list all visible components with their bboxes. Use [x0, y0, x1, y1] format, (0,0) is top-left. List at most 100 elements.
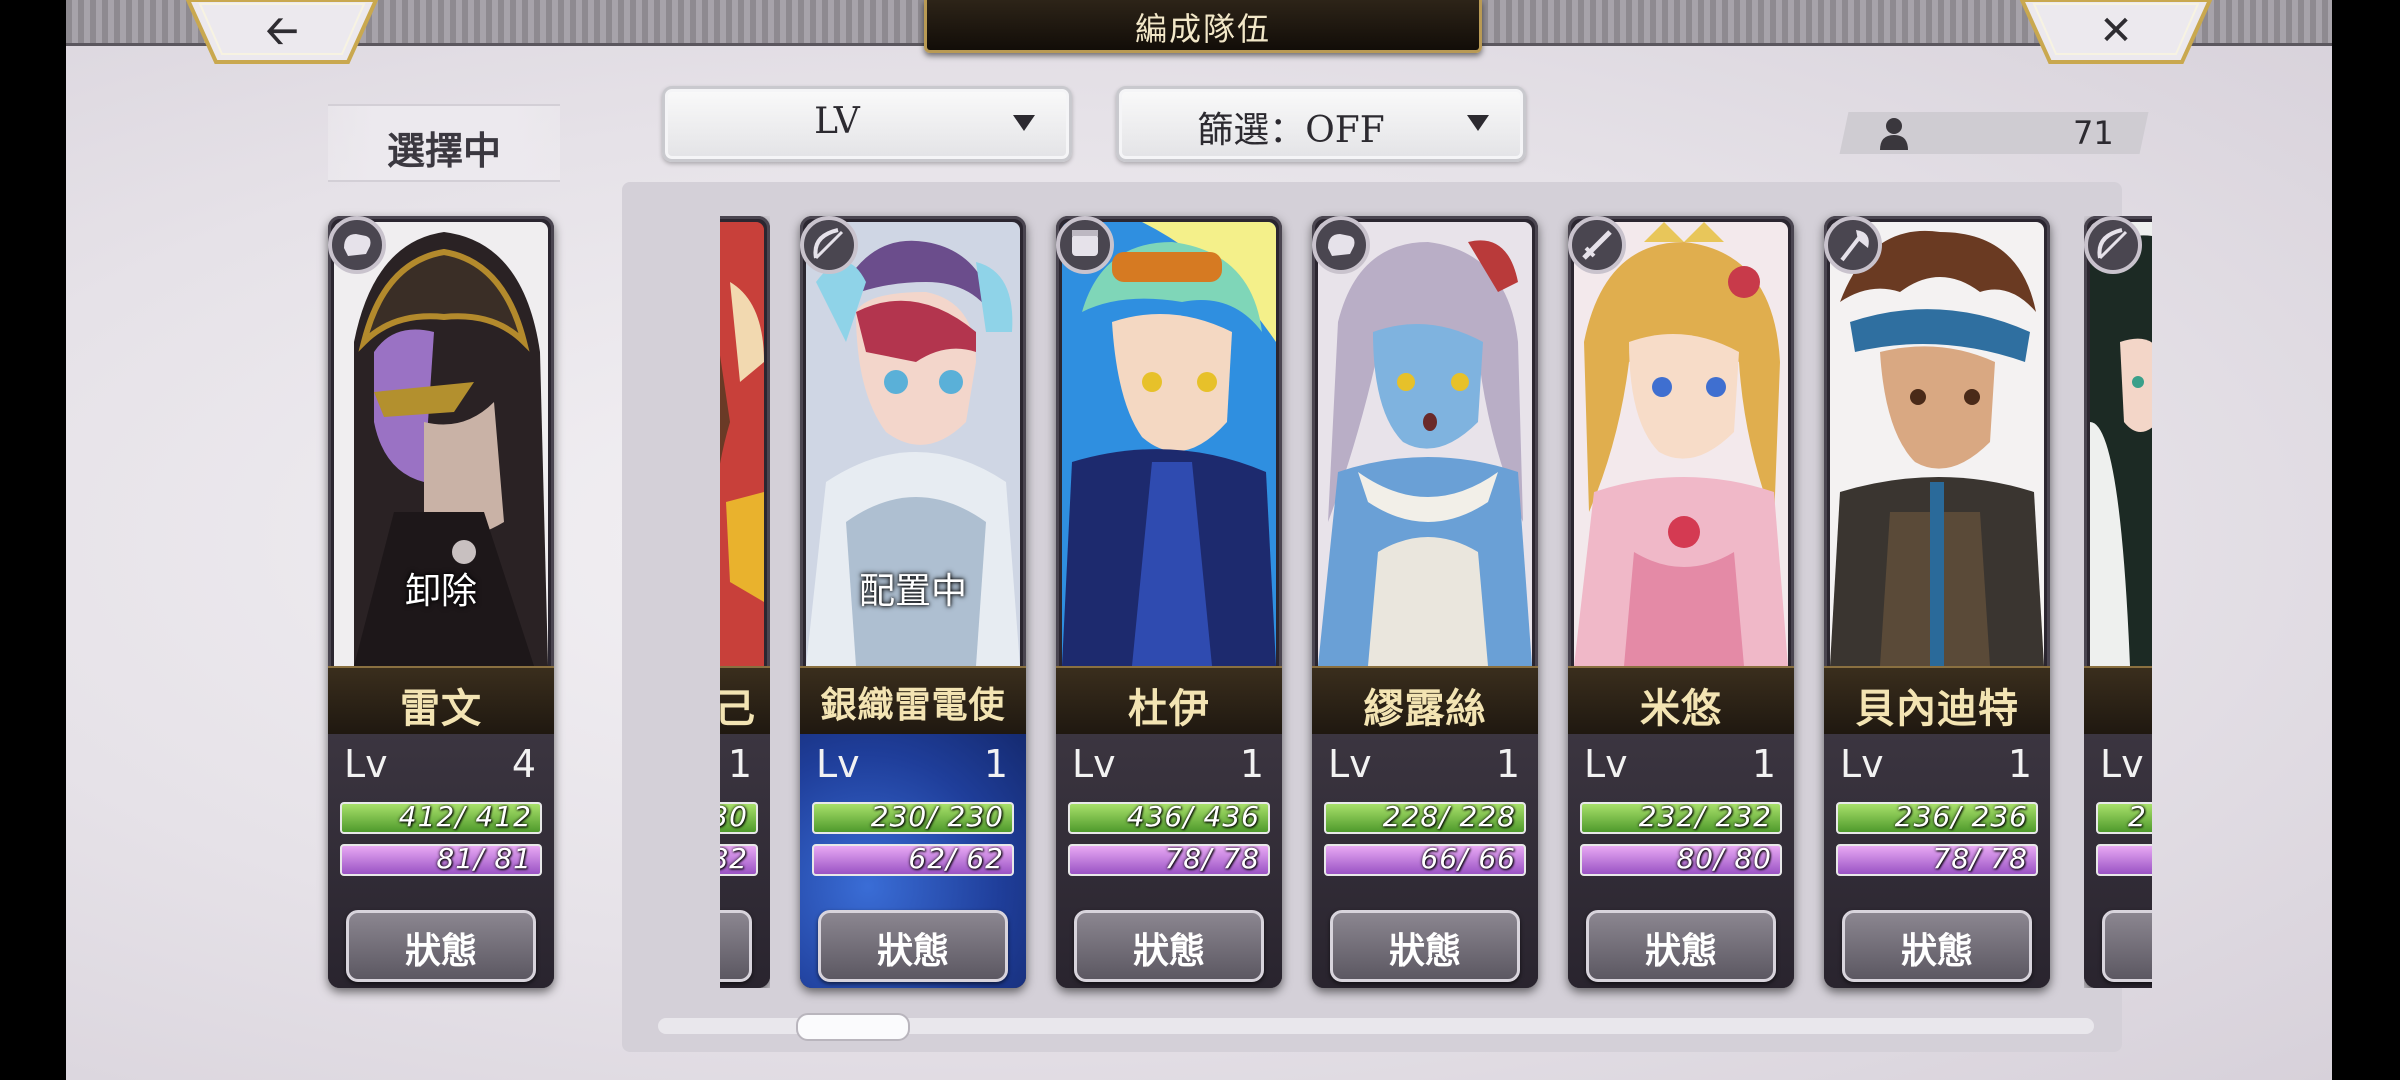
fist-icon	[1312, 216, 1370, 274]
character-portrait	[1574, 222, 1788, 666]
sort-dropdown-value: LV	[814, 101, 860, 142]
card-stats: Lv 1 236/ 236 78/ 78 狀態	[1824, 734, 2050, 988]
status-button-label: 狀態	[1644, 930, 1717, 972]
mp-value: 66/ 66	[1420, 844, 1516, 875]
character-name: 杜伊	[1128, 685, 1210, 732]
character-card[interactable]: 繆露絲 Lv 1 228/ 228 66/ 66 狀態	[1312, 216, 1538, 988]
scrollbar-thumb[interactable]	[796, 1013, 910, 1041]
status-button[interactable]: 狀態	[1074, 910, 1264, 982]
game-screen: 🡠 ✕ 編成隊伍 選擇中 LV 篩選：OFF 71 卸除 雷文 Lv 4 412…	[66, 0, 2332, 1080]
chevron-down-icon	[1467, 115, 1489, 131]
sort-dropdown[interactable]: LV	[662, 86, 1072, 162]
filter-dropdown[interactable]: 篩選：OFF	[1116, 86, 1526, 162]
mp-bar: 62/ 62	[812, 844, 1014, 876]
level-value: 1	[1751, 742, 1776, 786]
status-button-label: 狀態	[876, 930, 949, 972]
card-stats: Lv 1 228/ 228 66/ 66 狀態	[1312, 734, 1538, 988]
hp-value: 30	[720, 802, 748, 833]
hp-value: 412/ 412	[398, 802, 532, 833]
card-namebar: 雷文	[328, 666, 554, 736]
card-stats: Lv 1 436/ 436 78/ 78 狀態	[1056, 734, 1282, 988]
back-arrow-icon: 🡠	[265, 8, 299, 54]
hp-value: 230/ 230	[870, 802, 1004, 833]
close-button[interactable]: ✕	[2018, 0, 2214, 68]
status-button-label: 狀態	[1900, 930, 1973, 972]
character-portrait	[1830, 222, 2044, 666]
character-card[interactable]: 米悠 Lv 1 232/ 232 80/ 80 狀態	[1568, 216, 1794, 988]
level-label: Lv	[2100, 742, 2144, 786]
selected-section-header: 選擇中	[328, 104, 560, 182]
selected-character-card[interactable]: 卸除 雷文 Lv 4 412/ 412 81/ 81 狀態	[328, 216, 554, 988]
status-button[interactable]: 狀態	[818, 910, 1008, 982]
level-value: 1	[727, 742, 752, 786]
level-value: 4	[511, 742, 536, 786]
axe-icon	[1824, 216, 1882, 274]
hp-bar: 236/ 236	[1836, 802, 2038, 834]
level-value: 1	[983, 742, 1008, 786]
character-card[interactable]: 貝內迪特 Lv 1 236/ 236 78/ 78 狀態	[1824, 216, 2050, 988]
character-card[interactable]: 杜伊 Lv 1 436/ 436 78/ 78 狀態	[1056, 216, 1282, 988]
character-name: 己	[720, 685, 756, 732]
mp-value: 78/ 78	[1932, 844, 2028, 875]
character-portrait	[720, 222, 764, 666]
mp-value: 80/ 80	[1676, 844, 1772, 875]
card-namebar: 貝內迪特	[1824, 666, 2050, 736]
card-overlay-text: 配置中	[858, 571, 967, 612]
status-button[interactable]	[2102, 910, 2152, 982]
card-namebar: 繆露絲	[1312, 666, 1538, 736]
level-value: 1	[1495, 742, 1520, 786]
hp-bar: 228/ 228	[1324, 802, 1526, 834]
character-name: 銀織雷電使	[820, 684, 1006, 726]
hp-bar: 230/ 230	[812, 802, 1014, 834]
bow-icon	[2084, 216, 2142, 274]
status-button[interactable]: 狀態	[346, 910, 536, 982]
gauntlet-icon	[1056, 216, 1114, 274]
level-label: Lv	[816, 742, 860, 786]
card-namebar: 己	[720, 666, 770, 736]
level-value: 1	[2007, 742, 2032, 786]
partial-character-card-left[interactable]: 己 1 30 82	[720, 216, 770, 988]
card-stats: Lv 2	[2084, 734, 2152, 988]
mp-bar: 66/ 66	[1324, 844, 1526, 876]
filter-dropdown-value: 篩選：OFF	[1197, 110, 1385, 151]
character-card[interactable]: 己 1 30 82	[720, 216, 770, 988]
back-button[interactable]: 🡠	[184, 0, 380, 68]
status-button[interactable]: 狀態	[1842, 910, 2032, 982]
card-stats: Lv 1 232/ 232 80/ 80 狀態	[1568, 734, 1794, 988]
card-namebar	[2084, 666, 2152, 736]
level-label: Lv	[1584, 742, 1628, 786]
page-title: 編成隊伍	[1134, 10, 1271, 48]
hp-bar: 436/ 436	[1068, 802, 1270, 834]
character-card[interactable]: 配置中 銀織雷電使 Lv 1 230/ 230 62/ 62 狀態	[800, 216, 1026, 988]
status-button[interactable]: 狀態	[1586, 910, 1776, 982]
hp-value: 2	[2128, 802, 2147, 833]
mp-value: 78/ 78	[1164, 844, 1260, 875]
sword-icon	[1568, 216, 1626, 274]
status-button-label: 狀態	[1132, 930, 1205, 972]
status-button[interactable]: 狀態	[1330, 910, 1520, 982]
card-stats: Lv 4 412/ 412 81/ 81 狀態	[328, 734, 554, 988]
mp-value: 81/ 81	[436, 844, 532, 875]
status-button-label: 狀態	[1388, 930, 1461, 972]
status-button[interactable]	[720, 910, 752, 982]
status-button-label: 狀態	[404, 930, 477, 972]
mp-bar: 78/ 78	[1068, 844, 1270, 876]
hp-bar: 30	[720, 802, 758, 834]
close-icon: ✕	[2099, 8, 2133, 54]
unit-count-value: 71	[2073, 114, 2114, 152]
level-label: Lv	[1072, 742, 1116, 786]
partial-character-card-right[interactable]: Lv 2	[2084, 216, 2152, 988]
mp-value: 62/ 62	[908, 844, 1004, 875]
mp-bar	[2096, 844, 2152, 876]
hp-value: 232/ 232	[1638, 802, 1772, 833]
mp-bar: 82	[720, 844, 758, 876]
character-name: 繆露絲	[1363, 685, 1487, 732]
character-name: 貝內迪特	[1855, 685, 2019, 732]
hp-bar: 232/ 232	[1580, 802, 1782, 834]
character-portrait	[1318, 222, 1532, 666]
character-card[interactable]: Lv 2	[2084, 216, 2152, 988]
unit-count-badge: 71	[1839, 112, 2149, 154]
character-name: 米悠	[1640, 685, 1722, 732]
mp-bar: 81/ 81	[340, 844, 542, 876]
character-portrait	[1062, 222, 1276, 666]
